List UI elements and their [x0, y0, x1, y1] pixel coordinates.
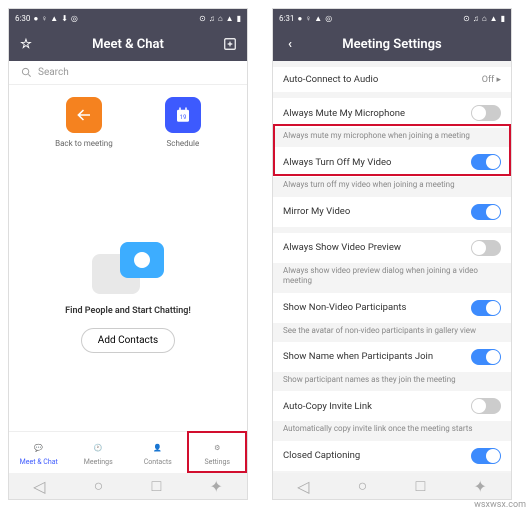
chat-icon: 💬 [31, 440, 47, 456]
compose-icon[interactable] [221, 35, 239, 53]
back-arrow-icon [66, 97, 102, 133]
empty-title: Find People and Start Chatting! [65, 306, 191, 316]
nav-home-icon[interactable]: ○ [94, 476, 104, 496]
action-label: Schedule [167, 139, 200, 148]
contacts-icon: 👤 [150, 440, 166, 456]
toggle-mute-microphone[interactable] [471, 105, 501, 121]
nav-extra-icon[interactable]: ✦ [209, 477, 222, 496]
tab-settings[interactable]: ⚙Settings [188, 432, 248, 473]
settings-list[interactable]: Auto-Connect to Audio Off ▸ Always Mute … [273, 61, 511, 473]
action-label: Back to meeting [55, 139, 113, 148]
row-non-video-participants[interactable]: Show Non-Video Participants [273, 293, 511, 323]
toggle-non-video-participants[interactable] [471, 300, 501, 316]
empty-state: Find People and Start Chatting! Add Cont… [9, 164, 247, 431]
tab-bar: 💬Meet & Chat 🕐Meetings 👤Contacts ⚙Settin… [9, 431, 247, 473]
toggle-show-video-preview[interactable] [471, 240, 501, 256]
back-to-meeting-button[interactable]: Back to meeting [55, 97, 113, 148]
android-navbar: ◁ ○ □ ✦ [9, 473, 247, 499]
gear-icon: ⚙ [209, 440, 225, 456]
row-auto-copy-link[interactable]: Auto-Copy Invite Link [273, 391, 511, 421]
tab-meetings[interactable]: 🕐Meetings [69, 432, 129, 473]
phone-meeting-settings: 6:31●♀▲◎ ⊙♫⌂▲▮ ‹ Meeting Settings Auto-C… [272, 8, 512, 500]
row-mirror-video[interactable]: Mirror My Video [273, 197, 511, 227]
back-icon[interactable]: ‹ [281, 35, 299, 53]
calendar-icon: 19 [165, 97, 201, 133]
row-show-name-join[interactable]: Show Name when Participants Join [273, 342, 511, 372]
chat-illustration [92, 242, 164, 294]
row-mute-microphone[interactable]: Always Mute My Microphone [273, 98, 511, 128]
status-bar: 6:31●♀▲◎ ⊙♫⌂▲▮ [273, 9, 511, 27]
header: ☆ Meet & Chat [9, 27, 247, 61]
value-auto-connect: Off ▸ [482, 75, 501, 85]
sub-mute-microphone: Always mute my microphone when joining a… [273, 128, 511, 147]
sub-turn-off-video: Always turn off my video when joining a … [273, 177, 511, 196]
status-time: 6:30 [15, 14, 30, 23]
favorite-icon[interactable]: ☆ [17, 35, 35, 53]
nav-back-icon[interactable]: ◁ [297, 477, 309, 496]
row-turn-off-video[interactable]: Always Turn Off My Video [273, 147, 511, 177]
phone-meet-chat: 6:30●♀▲⬇◎ ⊙♫⌂▲▮ ☆ Meet & Chat Search Bac… [8, 8, 248, 500]
quick-actions: Back to meeting 19 Schedule [9, 85, 247, 164]
sub-auto-copy-link: Automatically copy invite link once the … [273, 421, 511, 440]
header-title: Meeting Settings [342, 37, 441, 52]
search-icon [21, 67, 32, 78]
toggle-show-name-join[interactable] [471, 349, 501, 365]
sub-show-video-preview: Always show video preview dialog when jo… [273, 263, 511, 293]
toggle-turn-off-video[interactable] [471, 154, 501, 170]
svg-text:19: 19 [180, 114, 187, 121]
android-navbar: ◁ ○ □ ✦ [273, 473, 511, 499]
watermark: wsxwsx.com [474, 500, 526, 510]
nav-recent-icon[interactable]: □ [152, 476, 162, 496]
nav-extra-icon[interactable]: ✦ [473, 477, 486, 496]
toggle-mirror-video[interactable] [471, 204, 501, 220]
status-bar: 6:30●♀▲⬇◎ ⊙♫⌂▲▮ [9, 9, 247, 27]
status-time: 6:31 [279, 14, 294, 23]
schedule-button[interactable]: 19 Schedule [165, 97, 201, 148]
nav-recent-icon[interactable]: □ [416, 476, 426, 496]
header: ‹ Meeting Settings [273, 27, 511, 61]
tab-meet-chat[interactable]: 💬Meet & Chat [9, 432, 69, 473]
row-closed-captioning[interactable]: Closed Captioning [273, 441, 511, 471]
header-title: Meet & Chat [92, 37, 164, 52]
sub-show-name-join: Show participant names as they join the … [273, 372, 511, 391]
nav-home-icon[interactable]: ○ [358, 476, 368, 496]
search-input[interactable]: Search [9, 61, 247, 85]
add-contacts-button[interactable]: Add Contacts [81, 328, 175, 353]
row-show-video-preview[interactable]: Always Show Video Preview [273, 233, 511, 263]
nav-back-icon[interactable]: ◁ [33, 477, 45, 496]
sub-non-video-participants: See the avatar of non-video participants… [273, 323, 511, 342]
clock-icon: 🕐 [90, 440, 106, 456]
row-auto-connect-audio[interactable]: Auto-Connect to Audio Off ▸ [273, 67, 511, 92]
search-placeholder: Search [38, 67, 69, 78]
toggle-closed-captioning[interactable] [471, 448, 501, 464]
tab-contacts[interactable]: 👤Contacts [128, 432, 188, 473]
toggle-auto-copy-link[interactable] [471, 398, 501, 414]
